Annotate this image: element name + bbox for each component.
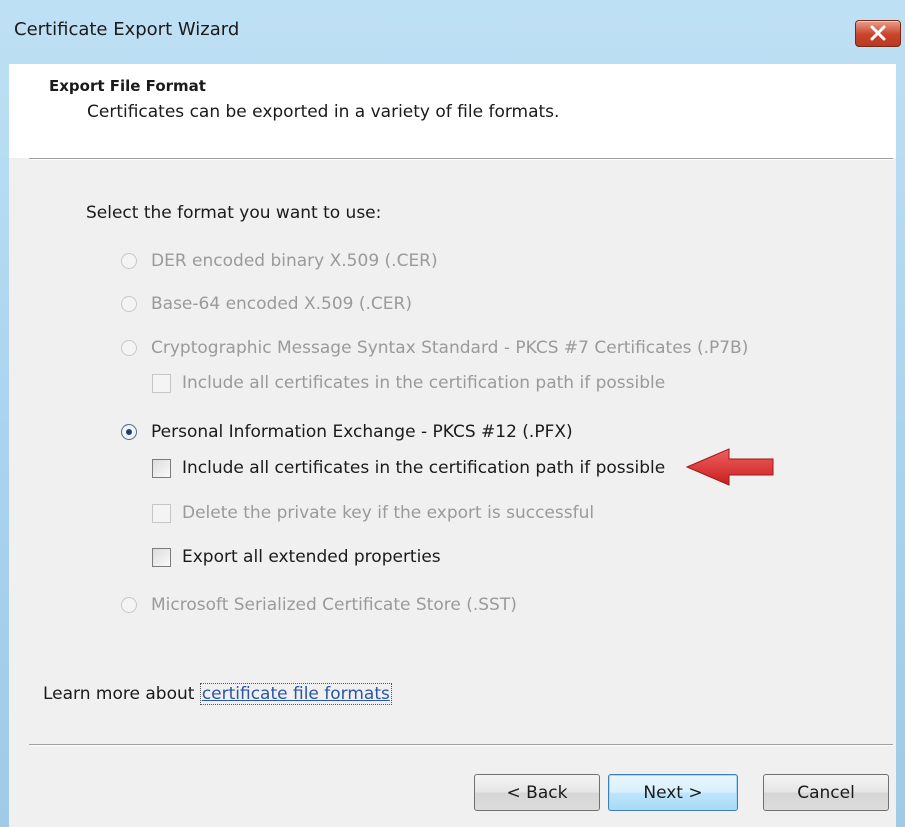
checkbox-label: Delete the private key if the export is … xyxy=(182,503,595,523)
checkbox-label: Include all certificates in the certific… xyxy=(182,458,666,478)
window-title: Certificate Export Wizard xyxy=(14,19,240,40)
checkbox[interactable] xyxy=(152,504,171,523)
radio-label: Personal Information Exchange - PKCS #12… xyxy=(151,422,573,442)
radio-label: Microsoft Serialized Certificate Store (… xyxy=(151,595,517,615)
checkbox[interactable] xyxy=(152,548,171,567)
radio-label: DER encoded binary X.509 (.CER) xyxy=(151,251,438,271)
learn-more-text: Learn more about certificate file format… xyxy=(43,683,392,705)
checkbox-label: Export all extended properties xyxy=(182,547,441,567)
red-arrow-annotation xyxy=(685,448,774,486)
radio-button[interactable] xyxy=(121,253,137,269)
format-prompt: Select the format you want to use: xyxy=(86,203,382,223)
radio-label: Base-64 encoded X.509 (.CER) xyxy=(151,294,412,314)
checkbox-label: Include all certificates in the certific… xyxy=(182,373,666,393)
checkbox[interactable] xyxy=(152,459,171,478)
cancel-button[interactable]: Cancel xyxy=(763,774,889,811)
certificate-formats-link[interactable]: certificate file formats xyxy=(199,683,392,705)
learn-more-prefix: Learn more about xyxy=(43,684,200,704)
header-divider xyxy=(29,158,893,160)
wizard-content: Export File Format Certificates can be e… xyxy=(9,64,896,827)
close-icon xyxy=(870,25,886,41)
radio-button[interactable] xyxy=(121,340,137,356)
back-button[interactable]: < Back xyxy=(474,774,600,811)
dialog-window: Certificate Export Wizard Export File Fo… xyxy=(0,0,905,827)
radio-label: Cryptographic Message Syntax Standard - … xyxy=(151,338,749,358)
checkbox[interactable] xyxy=(152,374,171,393)
radio-button[interactable] xyxy=(121,296,137,312)
radio-button[interactable] xyxy=(121,424,137,440)
footer-divider xyxy=(29,744,893,746)
close-button[interactable] xyxy=(855,20,901,47)
page-title: Export File Format xyxy=(49,77,206,95)
page-description: Certificates can be exported in a variet… xyxy=(87,102,560,122)
radio-button[interactable] xyxy=(121,597,137,613)
radio-selected-dot xyxy=(126,429,132,435)
title-bar[interactable]: Certificate Export Wizard xyxy=(0,0,905,64)
next-button[interactable]: Next > xyxy=(608,774,738,811)
wizard-header: Export File Format Certificates can be e… xyxy=(9,64,896,158)
